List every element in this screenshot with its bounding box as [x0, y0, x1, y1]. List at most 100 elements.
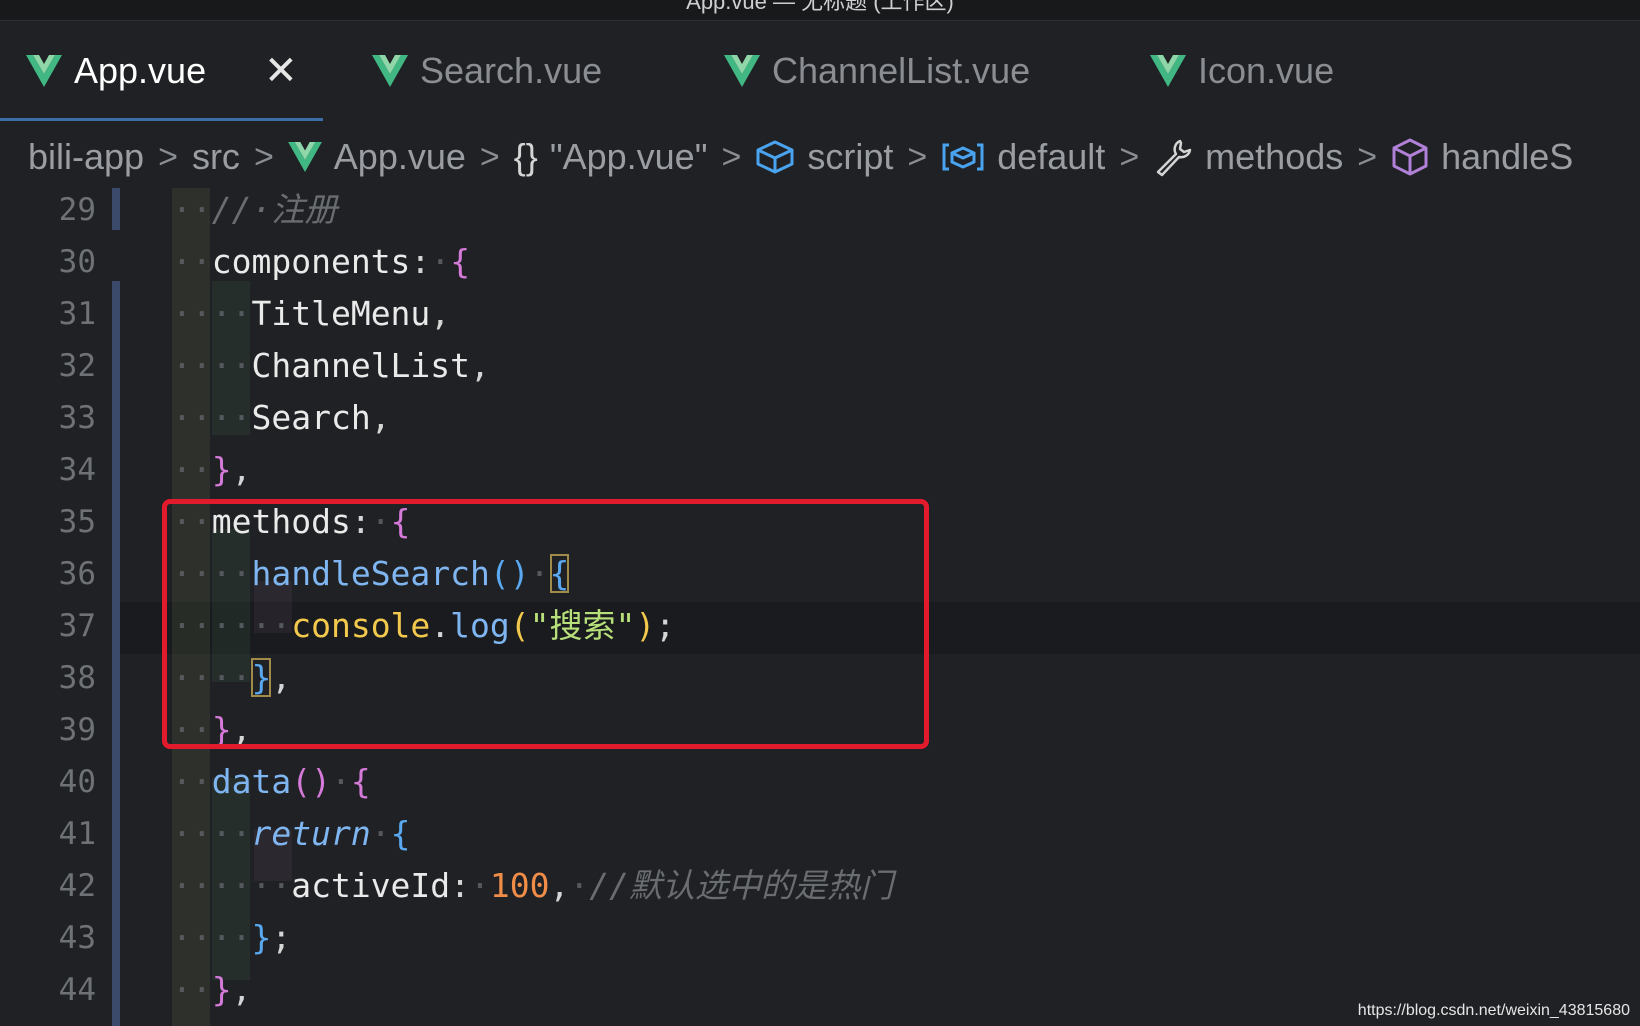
- whitespace-marker: ··: [172, 762, 212, 801]
- wrench-icon: [1153, 137, 1193, 177]
- tab-label: Search.vue: [420, 50, 603, 91]
- chevron-right-icon: >: [1119, 137, 1140, 176]
- line-number: 35: [58, 504, 96, 540]
- code-token: data: [211, 762, 292, 801]
- line-number: 29: [58, 192, 96, 228]
- code-token: ,: [231, 450, 252, 489]
- code-token: :: [410, 242, 431, 281]
- window-title: App.vue — 无标题 (工作区): [686, 0, 954, 14]
- breadcrumb-item-script[interactable]: script: [807, 136, 893, 178]
- whitespace-marker: ····: [172, 814, 252, 853]
- line-number: 33: [58, 400, 96, 436]
- line-number: 37: [58, 608, 96, 644]
- whitespace-marker: ······: [172, 866, 292, 905]
- module-icon: [941, 141, 985, 173]
- line-number: 41: [58, 816, 96, 852]
- code-token: //·注册: [211, 190, 338, 229]
- breadcrumb-item-bili-app[interactable]: bili-app: [28, 136, 144, 178]
- code-token: (): [291, 762, 331, 801]
- code-line: ····return·{: [172, 808, 410, 860]
- line-number: 39: [58, 712, 96, 748]
- chevron-right-icon: >: [721, 137, 742, 176]
- code-token: }: [211, 970, 232, 1009]
- chevron-right-icon: >: [1357, 137, 1378, 176]
- code-line: ····TitleMenu,: [172, 288, 450, 340]
- code-token: activeId: [291, 866, 451, 905]
- git-gutter-modified: [112, 188, 120, 230]
- line-number: 31: [58, 296, 96, 332]
- code-token: }: [251, 918, 272, 957]
- line-number: 36: [58, 556, 96, 592]
- code-token: {: [390, 814, 411, 853]
- line-number: 32: [58, 348, 96, 384]
- breadcrumb-item-handlesearch[interactable]: handleS: [1441, 136, 1573, 178]
- tab-channellist-vue[interactable]: ChannelList.vue: [724, 21, 1030, 121]
- code-token: ChannelList: [251, 346, 471, 385]
- line-number: 34: [58, 452, 96, 488]
- whitespace-marker: ····: [172, 346, 252, 385]
- tab-icon-vue[interactable]: Icon.vue: [1150, 21, 1334, 121]
- whitespace-marker: ····: [172, 918, 252, 957]
- code-line: ··},: [172, 444, 252, 496]
- code-token: ;: [271, 918, 292, 957]
- braces-icon: {}: [513, 136, 538, 177]
- chevron-right-icon: >: [479, 137, 500, 176]
- method-cube-icon: [1391, 137, 1429, 177]
- code-token: ·: [370, 814, 391, 853]
- code-token: {: [450, 242, 471, 281]
- code-token: ,: [470, 346, 490, 385]
- code-token: //默认选中的是热门: [589, 866, 894, 905]
- line-number: 40: [58, 764, 96, 800]
- code-token: :: [450, 866, 471, 905]
- whitespace-marker: ····: [172, 398, 252, 437]
- code-line: ··components:·{: [172, 236, 470, 288]
- chevron-right-icon: >: [158, 137, 178, 176]
- code-line: ··data()·{: [172, 756, 371, 808]
- whitespace-marker: ····: [172, 294, 252, 333]
- tab-label: Icon.vue: [1198, 50, 1335, 91]
- tab-label: ChannelList.vue: [772, 50, 1031, 91]
- active-tab-indicator: [0, 118, 323, 121]
- code-token: {: [350, 762, 371, 801]
- code-token: ·: [430, 242, 451, 281]
- tab-bar: App.vue ✕ Search.vue ChannelList.vue Ico…: [0, 21, 1640, 121]
- code-line: ······activeId:·100,·//默认选中的是热门: [172, 860, 893, 912]
- cube-icon: [755, 139, 795, 175]
- whitespace-marker: ··: [172, 242, 212, 281]
- code-token: ·: [470, 866, 490, 905]
- breadcrumb-item-methods[interactable]: methods: [1205, 136, 1343, 178]
- close-icon[interactable]: ✕: [264, 51, 298, 91]
- code-line: ··},: [172, 964, 252, 1016]
- breadcrumb-item-app-vue[interactable]: App.vue: [334, 136, 466, 178]
- code-token: ,: [549, 866, 570, 905]
- code-editor[interactable]: 29 30 31 32 33 34 35 36 37 38 39 40 41 42 43 44 ··//·注册…: [0, 188, 1640, 1026]
- line-number: 38: [58, 660, 96, 696]
- vue-icon: [26, 55, 62, 87]
- line-number-gutter: 29 30 31 32 33 34 35 36 37 38 39 40 41 42 43 44: [0, 188, 110, 1026]
- whitespace-marker: ··: [172, 970, 212, 1009]
- code-token: ,: [370, 398, 391, 437]
- tab-search-vue[interactable]: Search.vue: [372, 21, 602, 121]
- line-number: 44: [58, 972, 96, 1008]
- annotation-highlight-box: [162, 499, 929, 749]
- code-token: components: [211, 242, 411, 281]
- breadcrumb: bili-app > src > App.vue > {} "App.vue" …: [0, 128, 1640, 186]
- code-line: ··//·注册: [172, 188, 337, 236]
- vue-icon: [287, 142, 322, 172]
- tab-label: App.vue: [74, 50, 207, 91]
- line-number: 30: [58, 244, 96, 280]
- vue-icon: [372, 55, 408, 87]
- breadcrumb-item-src[interactable]: src: [192, 136, 240, 178]
- watermark: https://blog.csdn.net/weixin_43815680: [1357, 1002, 1630, 1019]
- chevron-right-icon: >: [907, 137, 928, 176]
- line-number: 42: [58, 868, 96, 904]
- code-token: ·: [330, 762, 351, 801]
- code-token: ,: [231, 970, 252, 1009]
- code-token: ·: [569, 866, 590, 905]
- breadcrumb-item-default[interactable]: default: [997, 136, 1105, 178]
- vue-icon: [724, 55, 760, 87]
- tab-app-vue[interactable]: App.vue ✕: [26, 21, 298, 121]
- code-line: ····Search,: [172, 392, 391, 444]
- code-token: ,: [430, 294, 451, 333]
- breadcrumb-item-app-vue-string[interactable]: "App.vue": [550, 136, 708, 178]
